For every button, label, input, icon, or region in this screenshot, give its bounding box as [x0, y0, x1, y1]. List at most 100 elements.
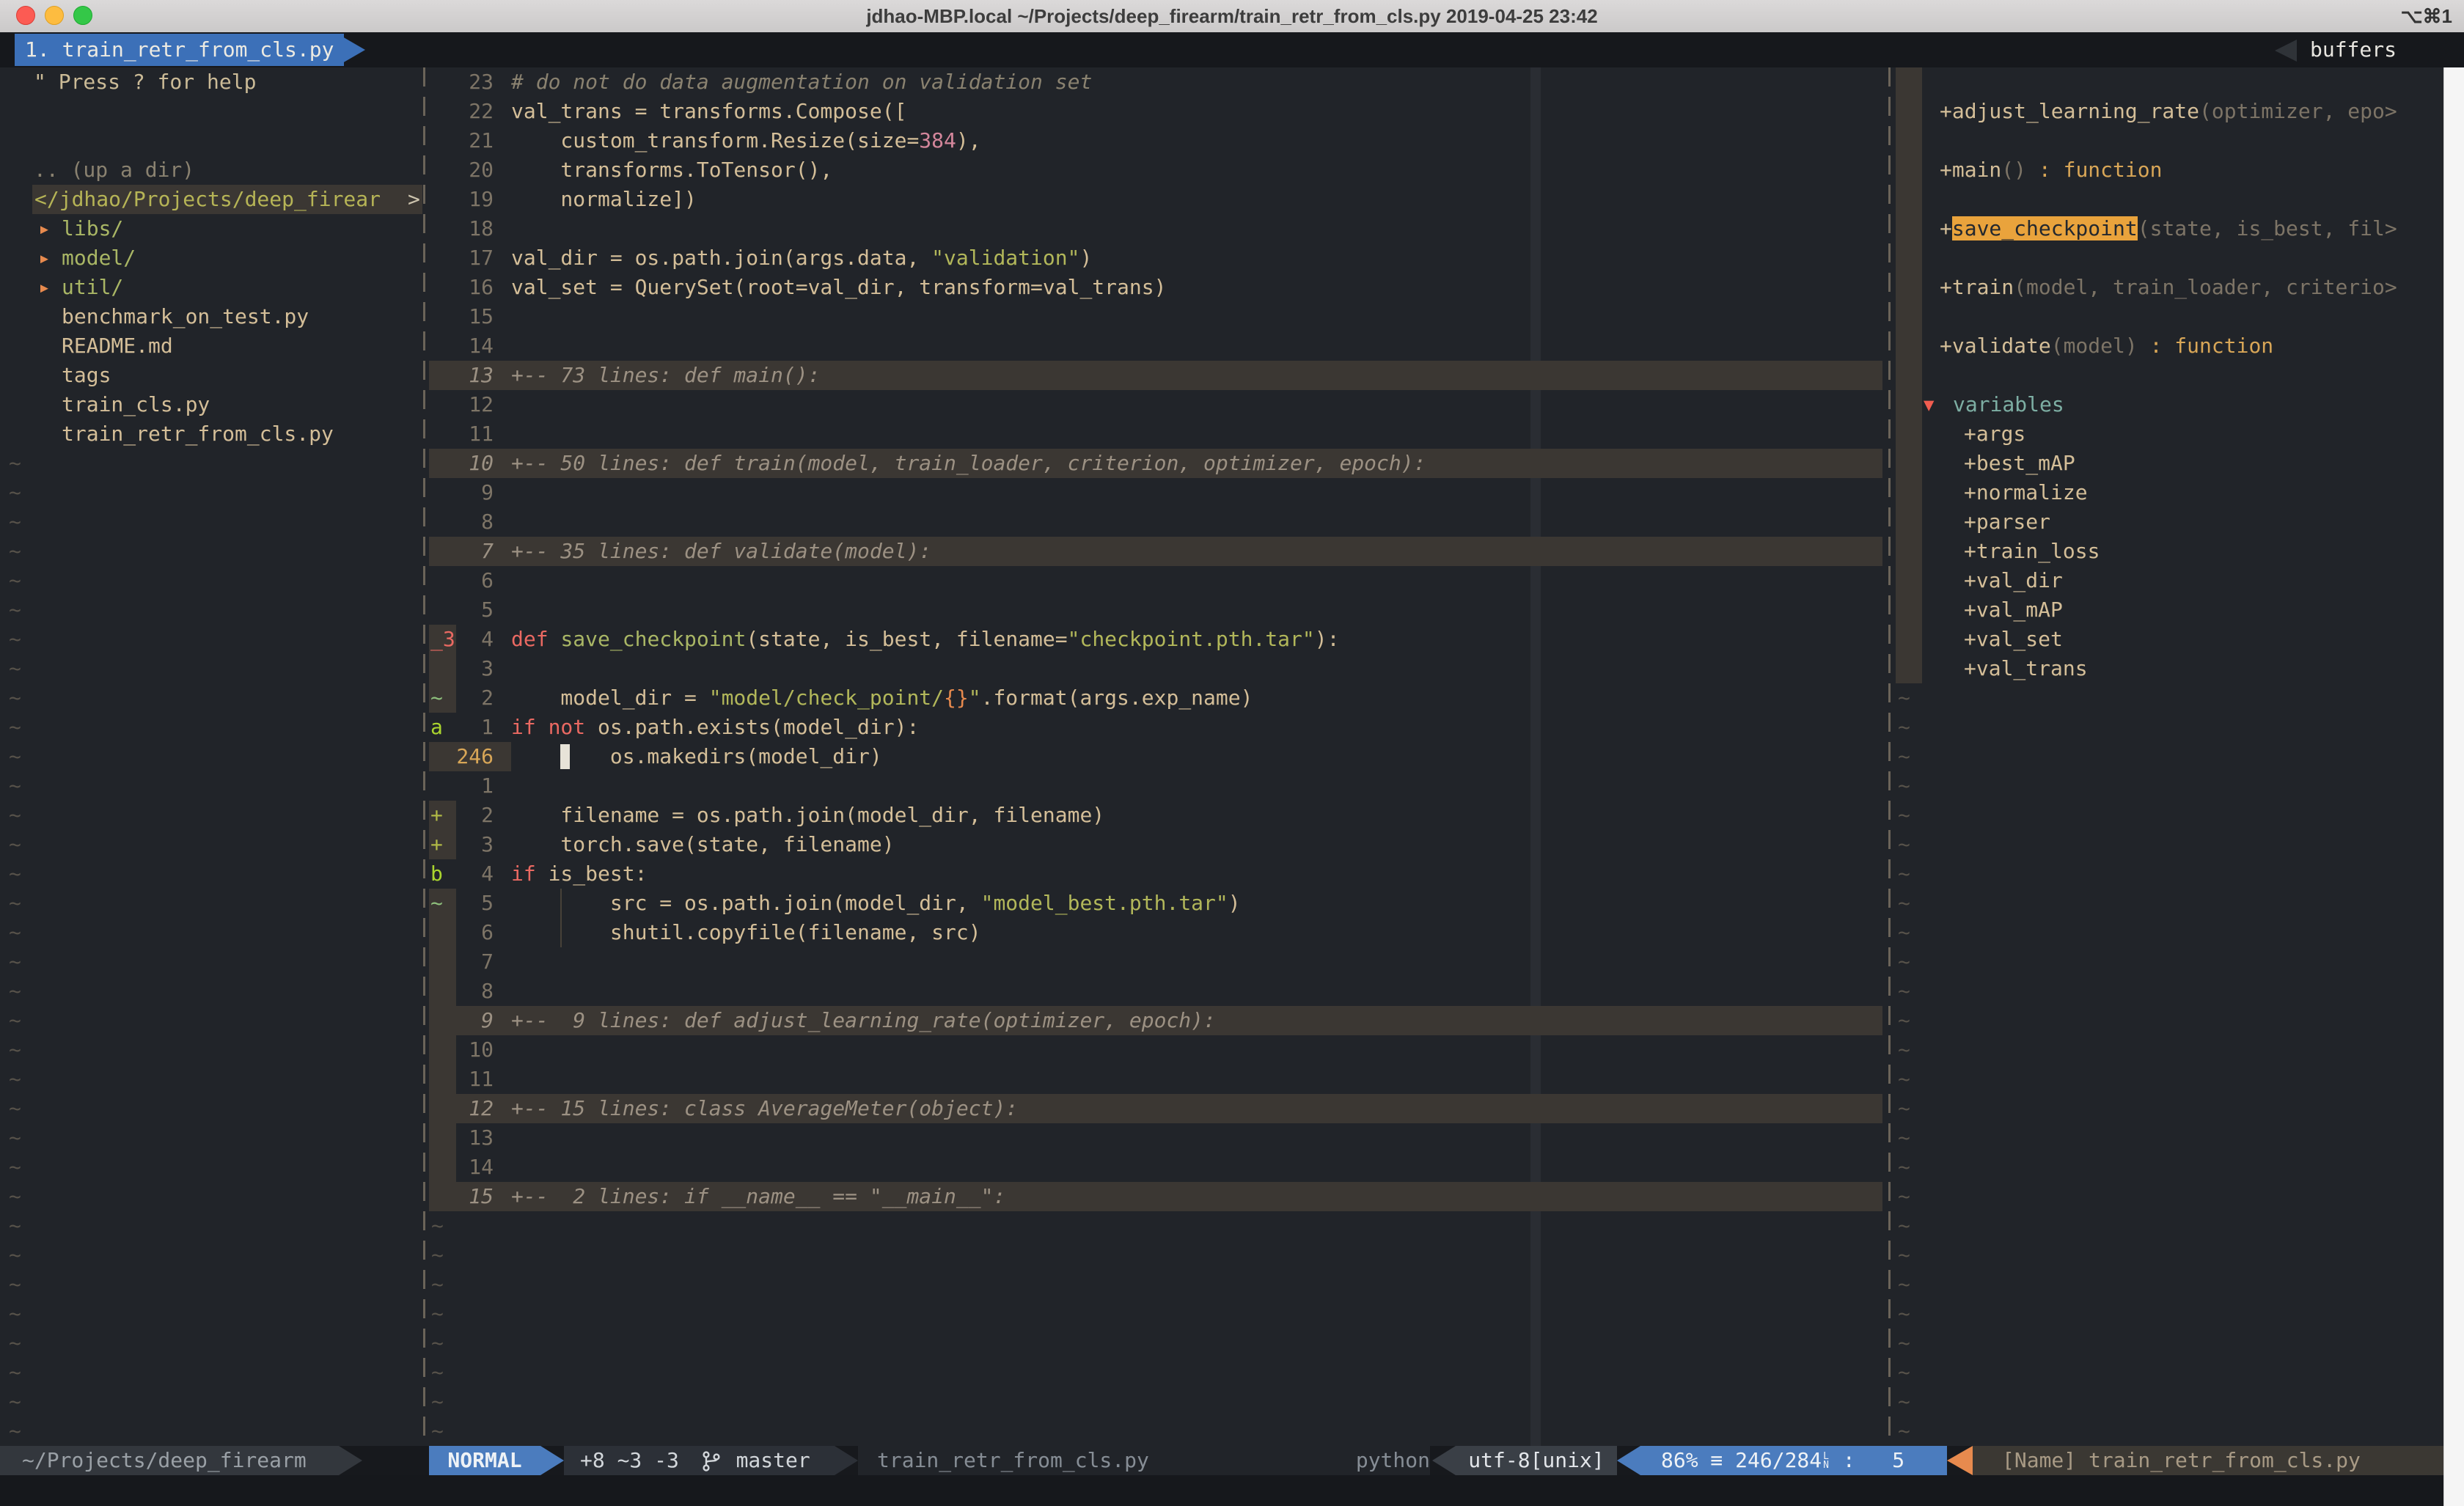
- code-line[interactable]: 6 shutil.copyfile(filename, src): [429, 918, 1888, 947]
- variable-item[interactable]: +train_loss: [1896, 537, 2443, 566]
- code-line[interactable]: 2+ filename = os.path.join(model_dir, fi…: [429, 801, 1888, 830]
- fold-line[interactable]: 9+-- 9 lines: def adjust_learning_rate(o…: [429, 1006, 1888, 1035]
- code-line[interactable]: 8: [429, 507, 1888, 537]
- tag-item[interactable]: +train(model, train_loader, criterio>: [1896, 273, 2443, 302]
- fold-line[interactable]: 15+-- 2 lines: if __name__ == "__main__"…: [429, 1182, 1888, 1211]
- nerdtree-file-label: tags: [62, 361, 111, 390]
- fold-bar[interactable]: 10+-- 50 lines: def train(model, train_l…: [429, 449, 1882, 478]
- code-tilde: ~: [431, 1211, 1891, 1241]
- nerdtree-tilde: ~: [9, 918, 432, 947]
- code-text[interactable]: def save_checkpoint(state, is_best, file…: [511, 625, 1339, 654]
- code-line[interactable]: 5~ src = os.path.join(model_dir, "model_…: [429, 889, 1888, 918]
- code-line[interactable]: 20 transforms.ToTensor(),: [429, 155, 1888, 185]
- code-line[interactable]: 8: [429, 977, 1888, 1006]
- code-text[interactable]: if not os.path.exists(model_dir):: [511, 713, 919, 742]
- scrollbar-track[interactable]: [2443, 67, 2464, 1506]
- variable-item[interactable]: +args: [1896, 419, 2443, 449]
- nerdtree-dir-item[interactable]: ▸util/: [0, 273, 423, 302]
- code-line[interactable]: 5: [429, 595, 1888, 625]
- code-line[interactable]: 12: [429, 390, 1888, 419]
- code-text[interactable]: # do not do data augmentation on validat…: [511, 67, 1092, 97]
- nerdtree-file-item[interactable]: train_cls.py: [0, 390, 423, 419]
- tag-text[interactable]: +validate(model) : function: [1940, 331, 2273, 361]
- fold-bar[interactable]: 7+-- 35 lines: def validate(model):: [429, 537, 1882, 566]
- code-text[interactable]: if is_best:: [511, 859, 647, 889]
- tag-text[interactable]: +adjust_learning_rate(optimizer, epo>: [1940, 97, 2397, 126]
- nerdtree-root-highlight: </jdhao/Projects/deep_firear>: [32, 185, 422, 214]
- command-line[interactable]: [0, 1475, 2443, 1506]
- code-line[interactable]: 14: [429, 331, 1888, 361]
- nerdtree-updir[interactable]: .. (up a dir): [34, 155, 457, 185]
- code-line[interactable]: 10: [429, 1035, 1888, 1065]
- nerdtree-file-item[interactable]: tags: [0, 361, 423, 390]
- nerdtree-file-item[interactable]: benchmark_on_test.py: [0, 302, 423, 331]
- variable-item[interactable]: +best_mAP: [1896, 449, 2443, 478]
- fold-line[interactable]: 12+-- 15 lines: class AverageMeter(objec…: [429, 1094, 1888, 1123]
- code-line[interactable]: 3: [429, 654, 1888, 683]
- tag-kind-header[interactable]: ▼variables: [1896, 390, 2443, 419]
- tag-item[interactable]: +adjust_learning_rate(optimizer, epo>: [1896, 97, 2443, 126]
- code-text[interactable]: val_set = QuerySet(root=val_dir, transfo…: [511, 273, 1166, 302]
- code-text[interactable]: val_trans = transforms.Compose([: [511, 97, 906, 126]
- nerdtree-dir-item[interactable]: ▸model/: [0, 243, 423, 273]
- code-text[interactable]: model_dir = "model/check_point/{}".forma…: [511, 683, 1253, 713]
- tag-item[interactable]: +save_checkpoint(state, is_best, fil>: [1896, 214, 2443, 243]
- tilde-marker: ~: [9, 803, 21, 827]
- code-line[interactable]: 16val_set = QuerySet(root=val_dir, trans…: [429, 273, 1888, 302]
- fold-bar[interactable]: 12+-- 15 lines: class AverageMeter(objec…: [429, 1094, 1882, 1123]
- nerdtree-dir-item[interactable]: ▸libs/: [0, 214, 423, 243]
- code-text[interactable]: val_dir = os.path.join(args.data, "valid…: [511, 243, 1092, 273]
- code-line[interactable]: 14: [429, 1153, 1888, 1182]
- code-text[interactable]: shutil.copyfile(filename, src): [511, 918, 981, 947]
- fold-bar[interactable]: 9+-- 9 lines: def adjust_learning_rate(o…: [429, 1006, 1882, 1035]
- variable-item[interactable]: +normalize: [1896, 478, 2443, 507]
- tag-text[interactable]: +train(model, train_loader, criterio>: [1940, 273, 2397, 302]
- variable-item[interactable]: +parser: [1896, 507, 2443, 537]
- code-line[interactable]: 4_3def save_checkpoint(state, is_best, f…: [429, 625, 1888, 654]
- code-line[interactable]: 246 os.makedirs(model_dir): [429, 742, 1888, 771]
- code-text[interactable]: normalize]): [511, 185, 697, 214]
- code-line[interactable]: 1: [429, 771, 1888, 801]
- tab-active[interactable]: 1. train_retr_from_cls.py: [15, 34, 344, 66]
- code-line[interactable]: 11: [429, 419, 1888, 449]
- code-line[interactable]: 4bif is_best:: [429, 859, 1888, 889]
- code-line[interactable]: 6: [429, 566, 1888, 595]
- code-line[interactable]: 11: [429, 1065, 1888, 1094]
- code-line[interactable]: 7: [429, 947, 1888, 977]
- code-text[interactable]: transforms.ToTensor(),: [511, 155, 832, 185]
- tag-text[interactable]: +save_checkpoint(state, is_best, fil>: [1940, 214, 2397, 243]
- code-line[interactable]: 1aif not os.path.exists(model_dir):: [429, 713, 1888, 742]
- code-text[interactable]: custom_transform.Resize(size=384),: [511, 126, 981, 155]
- code-line[interactable]: 22val_trans = transforms.Compose([: [429, 97, 1888, 126]
- fold-bar[interactable]: 13+-- 73 lines: def main():: [429, 361, 1882, 390]
- code-text[interactable]: torch.save(state, filename): [511, 830, 895, 859]
- code-line[interactable]: 18: [429, 214, 1888, 243]
- code-line[interactable]: 15: [429, 302, 1888, 331]
- tag-item[interactable]: +main() : function: [1896, 155, 2443, 185]
- fold-line[interactable]: 13+-- 73 lines: def main():: [429, 361, 1888, 390]
- nerdtree-file-item[interactable]: README.md: [0, 331, 423, 361]
- fold-line[interactable]: 10+-- 50 lines: def train(model, train_l…: [429, 449, 1888, 478]
- variable-item[interactable]: +val_mAP: [1896, 595, 2443, 625]
- fold-bar[interactable]: 15+-- 2 lines: if __name__ == "__main__"…: [429, 1182, 1882, 1211]
- variable-item[interactable]: +val_set: [1896, 625, 2443, 654]
- code-line[interactable]: 17val_dir = os.path.join(args.data, "val…: [429, 243, 1888, 273]
- variable-item[interactable]: +val_dir: [1896, 566, 2443, 595]
- code-line[interactable]: 2~ model_dir = "model/check_point/{}".fo…: [429, 683, 1888, 713]
- code-line[interactable]: 23# do not do data augmentation on valid…: [429, 67, 1888, 97]
- tag-text[interactable]: +main() : function: [1940, 155, 2162, 185]
- nerdtree-root-path: </jdhao/Projects/deep_firear: [34, 187, 381, 211]
- code-text[interactable]: src = os.path.join(model_dir, "model_bes…: [511, 889, 1241, 918]
- code-line[interactable]: 9: [429, 478, 1888, 507]
- nerdtree-file-item[interactable]: train_retr_from_cls.py: [0, 419, 423, 449]
- fold-line[interactable]: 7+-- 35 lines: def validate(model):: [429, 537, 1888, 566]
- tag-item[interactable]: +validate(model) : function: [1896, 331, 2443, 361]
- code-line[interactable]: 3+ torch.save(state, filename): [429, 830, 1888, 859]
- variable-label: +train_loss: [1964, 537, 2100, 566]
- code-line[interactable]: 21 custom_transform.Resize(size=384),: [429, 126, 1888, 155]
- code-line[interactable]: 19 normalize]): [429, 185, 1888, 214]
- code-text[interactable]: filename = os.path.join(model_dir, filen…: [511, 801, 1104, 830]
- variable-item[interactable]: +val_trans: [1896, 654, 2443, 683]
- code-line[interactable]: 13: [429, 1123, 1888, 1153]
- nerdtree-root-row[interactable]: </jdhao/Projects/deep_firear>: [0, 185, 423, 214]
